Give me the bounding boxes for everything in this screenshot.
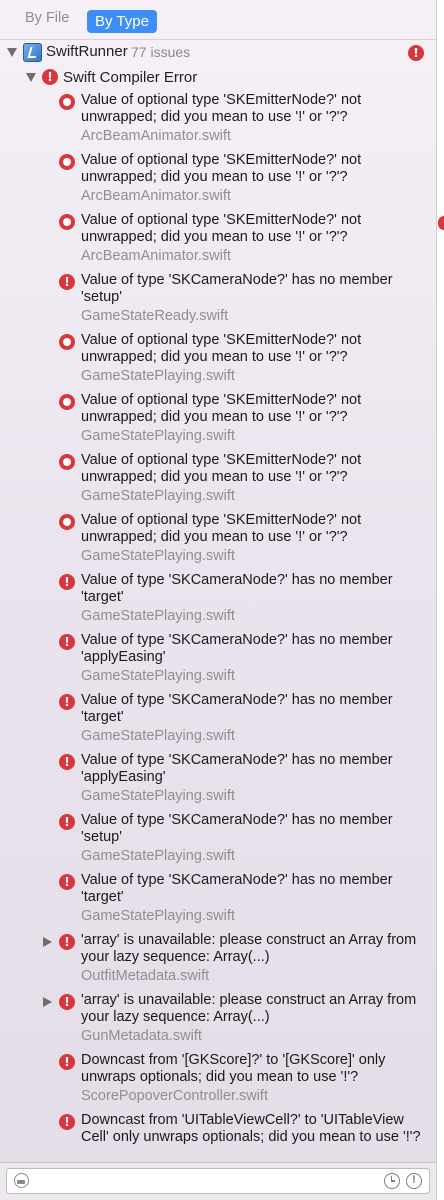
issue-message: Value of type 'SKCameraNode?' has no mem…: [81, 752, 393, 785]
issue-file: ArcBeamAnimator.swift: [81, 188, 231, 204]
issue-message: Value of optional type 'SKEmitterNode?' …: [81, 452, 362, 485]
issue-row[interactable]: ! Value of optional type 'SKEmitterNode?'…: [0, 392, 436, 452]
disclosure-right-icon[interactable]: [43, 997, 52, 1007]
issue-message: Value of optional type 'SKEmitterNode?' …: [81, 512, 362, 545]
issue-row[interactable]: ! 'array' is unavailable: please construc…: [0, 992, 436, 1052]
filter-icon[interactable]: [14, 1173, 29, 1188]
optional-error-icon: !: [59, 394, 75, 410]
issue-message: Value of type 'SKCameraNode?' has no mem…: [81, 812, 393, 845]
issue-message: Value of optional type 'SKEmitterNode?' …: [81, 392, 362, 425]
by-file-button[interactable]: By File: [17, 10, 77, 33]
issue-message: Downcast from 'UITableViewCell?' to 'UIT…: [81, 1112, 421, 1145]
issue-file: ArcBeamAnimator.swift: [81, 128, 231, 144]
issue-file: GameStatePlaying.swift: [81, 908, 235, 924]
disclosure-down-icon[interactable]: [26, 73, 36, 82]
issue-file: ScorePopoverController.swift: [81, 1088, 268, 1104]
issue-row[interactable]: ! Value of optional type 'SKEmitterNode?'…: [0, 92, 436, 152]
error-icon: !: [59, 994, 75, 1010]
issue-row[interactable]: ! Value of optional type 'SKEmitterNode?'…: [0, 452, 436, 512]
error-icon: !: [59, 934, 75, 950]
category-name: Swift Compiler Error: [63, 69, 198, 86]
issue-message: Value of optional type 'SKEmitterNode?' …: [81, 92, 362, 125]
errors-only-filter-icon[interactable]: !: [406, 1173, 422, 1189]
issue-row[interactable]: ! Value of type 'SKCameraNode?' has no me…: [0, 272, 436, 332]
issue-row[interactable]: ! 'array' is unavailable: please construc…: [0, 932, 436, 992]
filter-input[interactable]: [35, 1172, 359, 1192]
issue-file: GunMetadata.swift: [81, 1028, 202, 1044]
issue-message: Downcast from '[GKScore]?' to '[GKScore]…: [81, 1052, 386, 1085]
issue-file: GameStatePlaying.swift: [81, 788, 235, 804]
error-icon: !: [59, 1054, 75, 1070]
error-icon: !: [59, 694, 75, 710]
navigator-toolbar: By File By Type: [0, 0, 436, 40]
optional-error-icon: !: [59, 94, 75, 110]
issue-navigator: By File By Type SwiftRunner 77 issues ! …: [0, 0, 444, 1200]
issue-message: Value of optional type 'SKEmitterNode?' …: [81, 212, 362, 245]
issue-file: GameStatePlaying.swift: [81, 368, 235, 384]
optional-error-icon: !: [59, 154, 75, 170]
error-icon: !: [59, 574, 75, 590]
issue-row[interactable]: ! Downcast from '[GKScore]?' to '[GKScore…: [0, 1052, 436, 1112]
issue-row[interactable]: ! Value of type 'SKCameraNode?' has no me…: [0, 752, 436, 812]
issue-row[interactable]: ! Value of type 'SKCameraNode?' has no me…: [0, 872, 436, 932]
project-icon: [23, 43, 42, 62]
error-icon: !: [59, 634, 75, 650]
project-row[interactable]: SwiftRunner 77 issues !: [0, 42, 436, 64]
issue-count: 77 issues: [131, 44, 191, 60]
error-icon: !: [59, 874, 75, 890]
issue-row[interactable]: ! Value of type 'SKCameraNode?' has no me…: [0, 812, 436, 872]
disclosure-right-icon[interactable]: [43, 937, 52, 947]
issue-file: GameStatePlaying.swift: [81, 728, 235, 744]
issue-file: GameStatePlaying.swift: [81, 428, 235, 444]
issue-file: GameStatePlaying.swift: [81, 548, 235, 564]
issue-row[interactable]: ! Value of optional type 'SKEmitterNode?'…: [0, 152, 436, 212]
right-divider: [436, 0, 444, 1200]
issue-message: Value of optional type 'SKEmitterNode?' …: [81, 152, 362, 185]
optional-error-icon: !: [59, 454, 75, 470]
filter-field[interactable]: !: [6, 1168, 430, 1194]
error-icon: !: [59, 274, 75, 290]
issue-file: GameStatePlaying.swift: [81, 608, 235, 624]
issue-message: Value of type 'SKCameraNode?' has no mem…: [81, 572, 393, 605]
error-icon: !: [59, 1114, 75, 1130]
issue-file: GameStatePlaying.swift: [81, 848, 235, 864]
error-icon: !: [59, 754, 75, 770]
issue-message: Value of optional type 'SKEmitterNode?' …: [81, 332, 362, 365]
by-type-button[interactable]: By Type: [87, 10, 157, 33]
issue-file: GameStateReady.swift: [81, 308, 229, 324]
issue-row[interactable]: ! Value of optional type 'SKEmitterNode?'…: [0, 332, 436, 392]
recent-filter-icon[interactable]: [384, 1173, 400, 1189]
issue-row[interactable]: ! Value of type 'SKCameraNode?' has no me…: [0, 572, 436, 632]
issue-marker-icon: [438, 216, 444, 230]
optional-error-icon: !: [59, 214, 75, 230]
optional-error-icon: !: [59, 514, 75, 530]
disclosure-down-icon[interactable]: [7, 48, 17, 57]
issue-message: Value of type 'SKCameraNode?' has no mem…: [81, 632, 393, 665]
issue-row[interactable]: ! Value of type 'SKCameraNode?' has no me…: [0, 692, 436, 752]
issue-file: OutfitMetadata.swift: [81, 968, 210, 984]
issue-message: Value of type 'SKCameraNode?' has no mem…: [81, 872, 393, 905]
category-error-icon: !: [42, 69, 58, 85]
issue-file: GameStatePlaying.swift: [81, 668, 235, 684]
issue-row[interactable]: ! Value of optional type 'SKEmitterNode?'…: [0, 512, 436, 572]
optional-error-icon: !: [59, 334, 75, 350]
issue-file: GameStatePlaying.swift: [81, 488, 235, 504]
issue-file: ArcBeamAnimator.swift: [81, 248, 231, 264]
category-row[interactable]: ! Swift Compiler Error: [0, 67, 436, 89]
issue-message: Value of type 'SKCameraNode?' has no mem…: [81, 272, 393, 305]
issue-message: 'array' is unavailable: please construct…: [81, 932, 417, 965]
filter-bar: !: [0, 1162, 436, 1200]
issue-row[interactable]: ! Value of optional type 'SKEmitterNode?'…: [0, 212, 436, 272]
project-name: SwiftRunner: [46, 43, 128, 60]
issue-message: 'array' is unavailable: please construct…: [81, 992, 417, 1025]
error-icon: !: [59, 814, 75, 830]
project-error-icon: !: [408, 45, 424, 61]
issue-row[interactable]: ! Value of type 'SKCameraNode?' has no me…: [0, 632, 436, 692]
issue-message: Value of type 'SKCameraNode?' has no mem…: [81, 692, 393, 725]
